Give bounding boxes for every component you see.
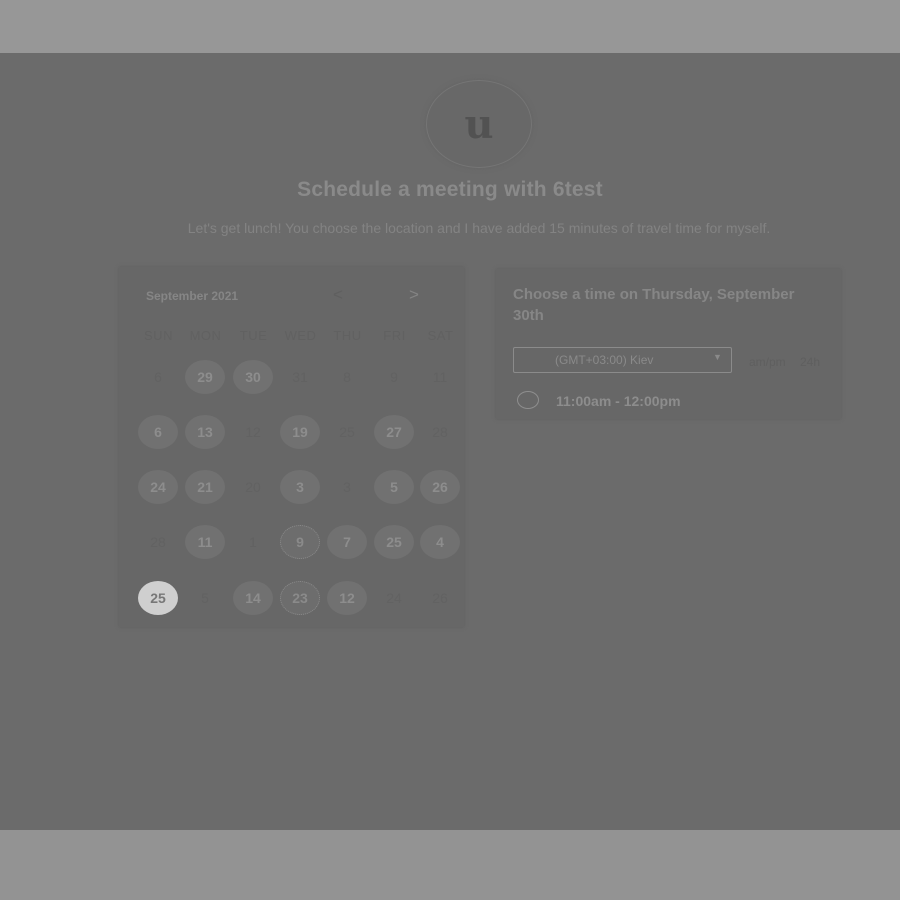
calendar-day: 1 (249, 534, 257, 550)
calendar-day: 9 (390, 369, 398, 385)
weekday-sun: SUN (144, 328, 173, 343)
calendar-month-label: September 2021 (146, 289, 239, 303)
calendar-day: 20 (245, 479, 261, 495)
calendar-day[interactable]: 23 (280, 581, 320, 615)
ampm-toggle[interactable]: am/pm (749, 355, 786, 369)
calendar-day: 25 (339, 424, 355, 440)
weekday-fri: FRI (383, 328, 406, 343)
weekday-thu: THU (333, 328, 362, 343)
caret-down-icon: ▼ (713, 352, 722, 362)
calendar-day: 6 (154, 369, 162, 385)
calendar-day[interactable]: 27 (374, 415, 414, 449)
calendar-day: 24 (386, 590, 402, 606)
calendar-day: 8 (343, 369, 351, 385)
calendar-day[interactable]: 4 (420, 525, 460, 559)
calendar-day: 3 (343, 479, 351, 495)
calendar-day[interactable]: 29 (185, 360, 225, 394)
calendar-day: 26 (432, 590, 448, 606)
calendar-panel: September 2021 < > SUN MON TUE WED THU FRI SAT… (119, 267, 464, 627)
host-avatar: u (427, 81, 531, 167)
bottom-band (0, 830, 900, 900)
calendar-day: 12 (245, 424, 261, 440)
top-band (0, 0, 900, 53)
calendar-day[interactable]: 11 (185, 525, 225, 559)
calendar-day: 28 (150, 534, 166, 550)
weekday-sat: SAT (427, 328, 454, 343)
chevron-right-icon[interactable]: > (409, 285, 419, 305)
time-slots-panel: Choose a time on Thursday, September 30t… (496, 269, 841, 419)
calendar-day[interactable]: 7 (327, 525, 367, 559)
timezone-select[interactable]: (GMT+03:00) Kiev ▼ (513, 347, 732, 373)
timezone-value: (GMT+03:00) Kiev (555, 353, 654, 367)
calendar-day[interactable]: 13 (185, 415, 225, 449)
calendar-day[interactable]: 21 (185, 470, 225, 504)
time-slot-label[interactable]: 11:00am - 12:00pm (556, 393, 681, 409)
weekday-mon: MON (189, 328, 222, 343)
calendar-day-selected[interactable]: 25 (138, 581, 178, 615)
calendar-day[interactable]: 26 (420, 470, 460, 504)
calendar-day[interactable]: 24 (138, 470, 178, 504)
calendar-day[interactable]: 14 (233, 581, 273, 615)
calendar-day[interactable]: 6 (138, 415, 178, 449)
calendar-day: 5 (201, 590, 209, 606)
weekday-tue: TUE (239, 328, 268, 343)
calendar-day: 28 (432, 424, 448, 440)
calendar-day[interactable]: 3 (280, 470, 320, 504)
calendar-day[interactable]: 30 (233, 360, 273, 394)
time-panel-title: Choose a time on Thursday, September 30t… (513, 286, 795, 324)
weekday-wed: WED (284, 328, 317, 343)
avatar-letter: u (464, 100, 494, 148)
calendar-day: 11 (432, 369, 448, 385)
calendar-day[interactable]: 5 (374, 470, 414, 504)
calendar-day[interactable]: 19 (280, 415, 320, 449)
calendar-day[interactable]: 12 (327, 581, 367, 615)
page-title: Schedule a meeting with 6test (297, 178, 603, 201)
scheduling-page: u Schedule a meeting with 6test Let's ge… (0, 53, 900, 830)
calendar-day: 31 (292, 369, 308, 385)
24h-toggle[interactable]: 24h (800, 355, 820, 369)
calendar-day[interactable]: 25 (374, 525, 414, 559)
meeting-description: Let's get lunch! You choose the location… (187, 220, 771, 236)
chevron-left-icon[interactable]: < (333, 285, 343, 305)
calendar-day[interactable]: 9 (280, 525, 320, 559)
time-slot-radio[interactable] (517, 391, 539, 409)
